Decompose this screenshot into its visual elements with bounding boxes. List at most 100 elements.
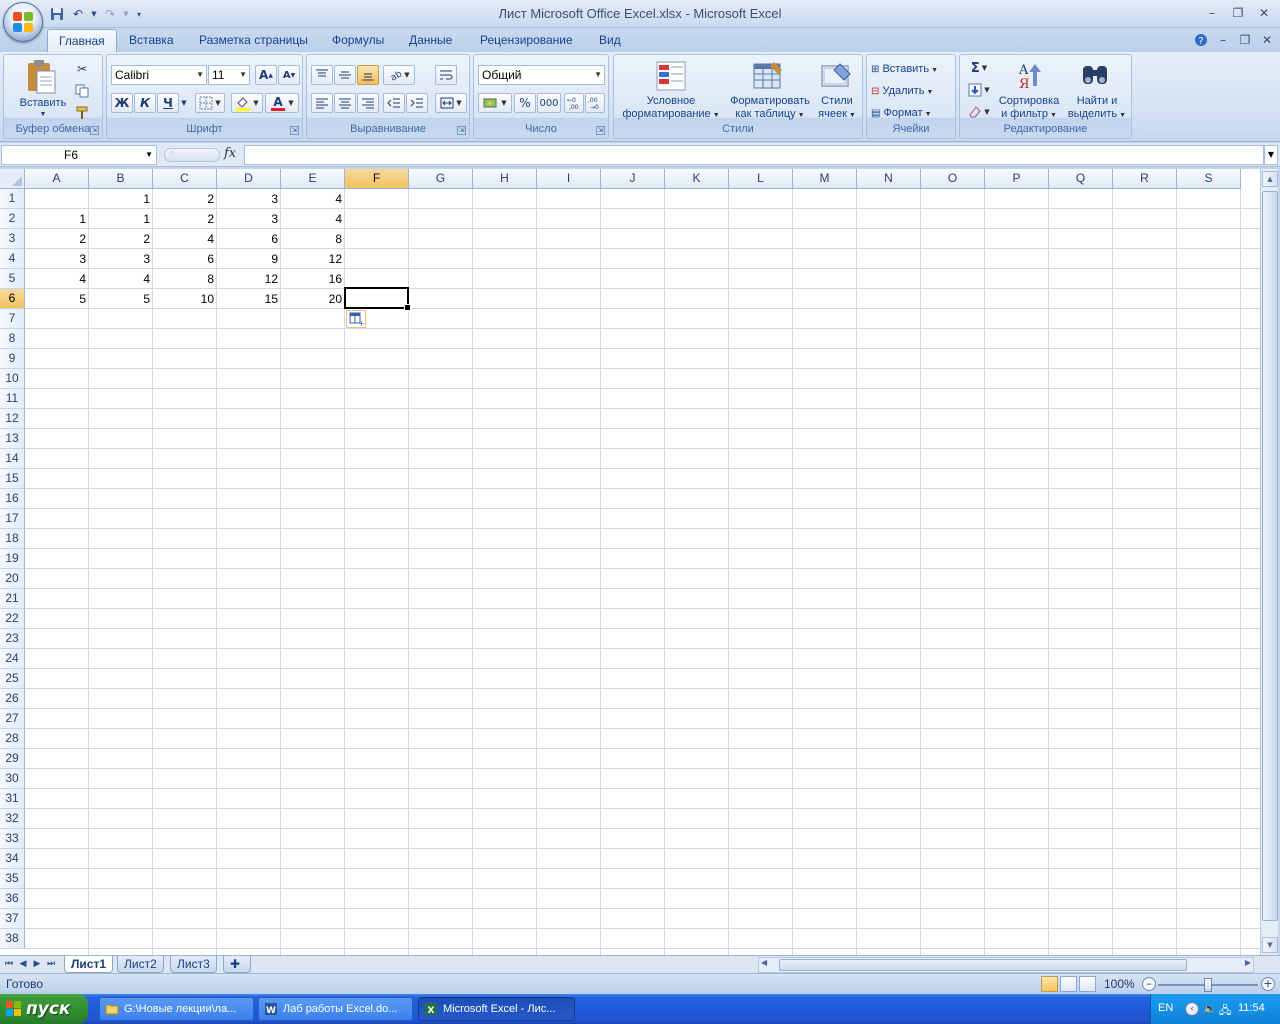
row-header-5[interactable]: 5	[0, 269, 25, 289]
first-sheet-icon[interactable]: ⏮	[2, 957, 16, 972]
orientation-icon[interactable]: ab ▼	[383, 65, 415, 85]
column-header-q[interactable]: Q	[1049, 169, 1113, 189]
autosum-button[interactable]: Σ ▼	[964, 58, 994, 78]
cell-b4[interactable]: 3	[89, 249, 152, 269]
row-header-2[interactable]: 2	[0, 209, 25, 229]
cell-d6[interactable]: 15	[217, 289, 280, 309]
find-select-icon[interactable]	[1078, 59, 1112, 93]
cell-c1[interactable]: 2	[153, 189, 216, 209]
number-launcher-icon[interactable]: ⇲	[596, 126, 605, 135]
expand-formula-bar-icon[interactable]: ▼	[1264, 145, 1278, 165]
wrap-text-icon[interactable]	[435, 65, 457, 85]
row-header-9[interactable]: 9	[0, 349, 25, 369]
cell-b3[interactable]: 2	[89, 229, 152, 249]
insert-sheet-icon[interactable]: ✚	[223, 956, 251, 973]
currency-icon[interactable]: ▼	[478, 93, 512, 113]
cell-c4[interactable]: 6	[153, 249, 216, 269]
format-as-table-icon[interactable]	[751, 59, 785, 93]
tab-view[interactable]: Вид	[588, 29, 632, 52]
insert-function-button[interactable]: fx	[224, 146, 236, 161]
vertical-scrollbar[interactable]: ▲ ▼	[1260, 169, 1278, 955]
row-header-23[interactable]: 23	[0, 629, 25, 649]
taskbar-item-word[interactable]: W Лаб работы Excel.do...	[258, 997, 413, 1021]
font-size-combo[interactable]: 11 ▼	[208, 65, 250, 85]
column-header-h[interactable]: H	[473, 169, 537, 189]
paste-icon[interactable]	[24, 59, 58, 95]
sheet-tab-2[interactable]: Лист2	[117, 956, 164, 973]
thousands-separator-button[interactable]: 000	[537, 93, 561, 113]
cell-b1[interactable]: 1	[89, 189, 152, 209]
next-sheet-icon[interactable]: ▶	[30, 957, 44, 972]
scroll-left-icon[interactable]: ◀	[761, 958, 767, 967]
normal-view-icon[interactable]	[1041, 976, 1058, 992]
align-middle-icon[interactable]	[334, 65, 356, 85]
row-header-31[interactable]: 31	[0, 789, 25, 809]
tab-review[interactable]: Рецензирование	[469, 29, 584, 52]
column-header-g[interactable]: G	[409, 169, 473, 189]
row-header-7[interactable]: 7	[0, 309, 25, 329]
cell-d2[interactable]: 3	[217, 209, 280, 229]
help-icon[interactable]: ?	[1192, 31, 1210, 49]
shrink-font-icon[interactable]: A ▼	[278, 65, 300, 85]
cell-a3[interactable]: 2	[25, 229, 88, 249]
column-header-o[interactable]: O	[921, 169, 985, 189]
cell-d5[interactable]: 12	[217, 269, 280, 289]
bold-button[interactable]: Ж	[111, 93, 133, 113]
cell-a1[interactable]	[25, 189, 88, 209]
row-header-30[interactable]: 30	[0, 769, 25, 789]
row-header-12[interactable]: 12	[0, 409, 25, 429]
page-layout-view-icon[interactable]	[1060, 976, 1077, 992]
column-header-f[interactable]: F	[345, 169, 409, 189]
column-header-e[interactable]: E	[281, 169, 345, 189]
last-sheet-icon[interactable]: ⏭	[44, 957, 58, 972]
row-header-3[interactable]: 3	[0, 229, 25, 249]
column-header-j[interactable]: J	[601, 169, 665, 189]
merge-center-icon[interactable]: ▼	[435, 93, 467, 113]
column-header-n[interactable]: N	[857, 169, 921, 189]
fill-icon[interactable]: ▼	[964, 80, 994, 100]
row-header-8[interactable]: 8	[0, 329, 25, 349]
sheet-tab-3[interactable]: Лист3	[170, 956, 217, 973]
doc-minimize-icon[interactable]: –	[1214, 31, 1232, 49]
row-header-27[interactable]: 27	[0, 709, 25, 729]
cell-a4[interactable]: 3	[25, 249, 88, 269]
align-bottom-icon[interactable]	[357, 65, 379, 85]
cell-e2[interactable]: 4	[281, 209, 344, 229]
column-header-i[interactable]: I	[537, 169, 601, 189]
underline-button[interactable]: Ч	[157, 93, 179, 113]
column-header-p[interactable]: P	[985, 169, 1049, 189]
row-header-32[interactable]: 32	[0, 809, 25, 829]
tab-data[interactable]: Данные	[398, 29, 463, 52]
tab-page-layout[interactable]: Разметка страницы	[188, 29, 319, 52]
row-header-22[interactable]: 22	[0, 609, 25, 629]
tab-home[interactable]: Главная	[47, 29, 117, 52]
row-header-37[interactable]: 37	[0, 909, 25, 929]
cell-a5[interactable]: 4	[25, 269, 88, 289]
row-header-35[interactable]: 35	[0, 869, 25, 889]
tab-insert[interactable]: Вставка	[118, 29, 185, 52]
column-header-d[interactable]: D	[217, 169, 281, 189]
sort-filter-button[interactable]: Сортировка и фильтр ▼	[993, 95, 1065, 122]
paste-options-button[interactable]: +	[346, 310, 366, 328]
cell-e6[interactable]: 20	[281, 289, 344, 309]
number-format-combo[interactable]: Общий ▼	[478, 65, 605, 85]
cell-styles-icon[interactable]	[819, 59, 853, 93]
row-header-15[interactable]: 15	[0, 469, 25, 489]
row-header-29[interactable]: 29	[0, 749, 25, 769]
increase-decimal-icon[interactable]: ←0,00	[564, 93, 584, 113]
borders-icon[interactable]: ▼	[195, 93, 225, 113]
alignment-launcher-icon[interactable]: ⇲	[457, 126, 466, 135]
row-header-14[interactable]: 14	[0, 449, 25, 469]
format-as-table-button[interactable]: Форматировать как таблицу ▼	[722, 95, 818, 122]
speaker-icon[interactable]: 🔈	[1203, 1002, 1217, 1015]
cell-e5[interactable]: 16	[281, 269, 344, 289]
cell-e4[interactable]: 12	[281, 249, 344, 269]
column-header-a[interactable]: A	[25, 169, 89, 189]
insert-cells-button[interactable]: ⊞ Вставить ▼	[871, 60, 953, 78]
row-header-17[interactable]: 17	[0, 509, 25, 529]
active-cell[interactable]	[344, 287, 411, 311]
decrease-indent-icon[interactable]	[383, 93, 405, 113]
formula-cancel-icon[interactable]: ◦	[169, 148, 175, 159]
row-header-20[interactable]: 20	[0, 569, 25, 589]
font-color-icon[interactable]: A ▼	[265, 93, 299, 113]
